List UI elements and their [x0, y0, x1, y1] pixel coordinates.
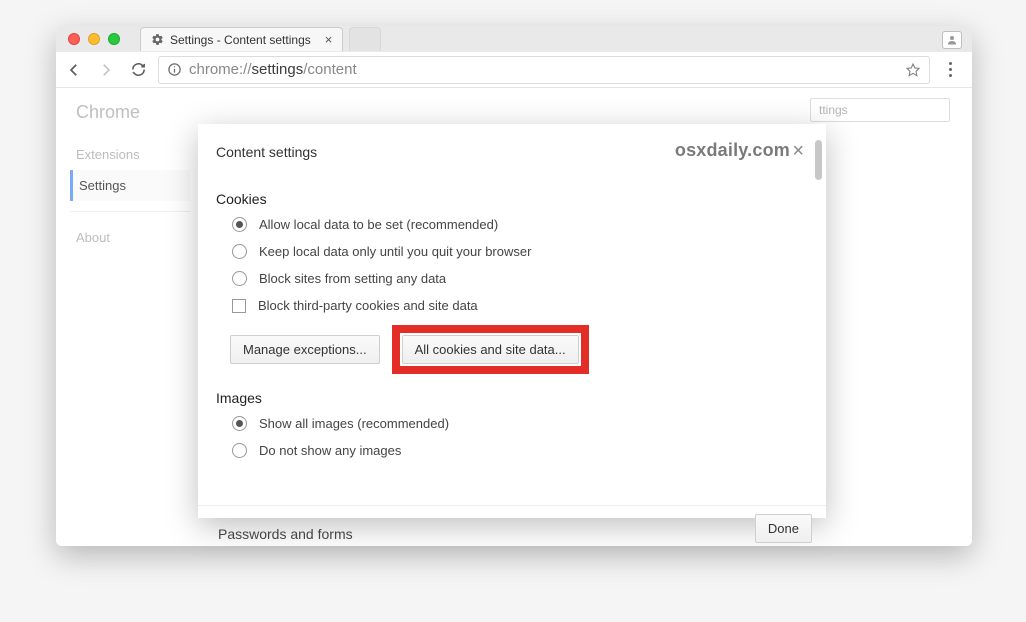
sidebar-item-extensions[interactable]: Extensions — [70, 139, 190, 170]
new-tab-ghost[interactable] — [349, 27, 381, 51]
url-path: /content — [303, 61, 356, 78]
address-bar[interactable]: chrome:// settings /content — [158, 56, 930, 84]
option-label: Show all images (recommended) — [259, 416, 449, 431]
radio-icon — [232, 416, 247, 431]
cookies-option-block[interactable]: Block sites from setting any data — [232, 271, 808, 286]
option-label: Allow local data to be set (recommended) — [259, 217, 498, 232]
manage-exceptions-button[interactable]: Manage exceptions... — [230, 335, 380, 364]
cookies-option-allow[interactable]: Allow local data to be set (recommended) — [232, 217, 808, 232]
url-host: settings — [252, 61, 304, 78]
tab-close-icon[interactable]: × — [325, 32, 333, 47]
zoom-window-button[interactable] — [108, 33, 120, 45]
watermark-text: osxdaily.com — [675, 140, 790, 161]
minimize-window-button[interactable] — [88, 33, 100, 45]
dialog-close-button[interactable]: × — [788, 140, 808, 163]
all-cookies-button[interactable]: All cookies and site data... — [402, 335, 579, 364]
url-protocol: chrome:// — [189, 61, 252, 78]
site-info-icon[interactable] — [167, 62, 183, 78]
checkbox-icon — [232, 299, 246, 313]
settings-sidebar: Chrome Extensions Settings About — [70, 96, 190, 253]
close-window-button[interactable] — [68, 33, 80, 45]
checkbox-label: Block third-party cookies and site data — [258, 298, 478, 313]
window-controls — [56, 33, 120, 45]
sidebar-item-about[interactable]: About — [70, 222, 190, 253]
images-option-hide[interactable]: Do not show any images — [232, 443, 808, 458]
option-label: Keep local data only until you quit your… — [259, 244, 531, 259]
radio-icon — [232, 217, 247, 232]
images-section-title: Images — [216, 390, 808, 406]
back-button[interactable] — [62, 58, 86, 82]
browser-tab[interactable]: Settings - Content settings × — [140, 27, 343, 51]
radio-icon — [232, 443, 247, 458]
tab-title: Settings - Content settings — [170, 33, 311, 47]
reload-button[interactable] — [126, 58, 150, 82]
option-label: Do not show any images — [259, 443, 401, 458]
cookies-option-session[interactable]: Keep local data only until you quit your… — [232, 244, 808, 259]
radio-icon — [232, 271, 247, 286]
profile-button[interactable] — [942, 31, 962, 49]
forward-button[interactable] — [94, 58, 118, 82]
window-titlebar: Settings - Content settings × — [56, 26, 972, 52]
images-option-show[interactable]: Show all images (recommended) — [232, 416, 808, 431]
cookies-section-title: Cookies — [216, 191, 808, 207]
highlight-annotation: All cookies and site data... — [392, 325, 589, 374]
done-button[interactable]: Done — [755, 514, 812, 543]
radio-icon — [232, 244, 247, 259]
app-title: Chrome — [70, 96, 190, 139]
gear-icon — [151, 33, 164, 46]
content-settings-dialog: Content settings osxdaily.com × Cookies … — [198, 124, 826, 518]
settings-search-input[interactable]: ttings — [810, 98, 950, 122]
bookmark-star-icon[interactable] — [905, 62, 921, 78]
block-third-party-checkbox[interactable]: Block third-party cookies and site data — [232, 298, 808, 313]
browser-menu-button[interactable] — [938, 58, 962, 82]
browser-toolbar: chrome:// settings /content — [56, 52, 972, 88]
option-label: Block sites from setting any data — [259, 271, 446, 286]
sidebar-item-settings[interactable]: Settings — [70, 170, 190, 201]
sidebar-separator — [70, 211, 190, 212]
dialog-title: Content settings — [216, 144, 317, 160]
